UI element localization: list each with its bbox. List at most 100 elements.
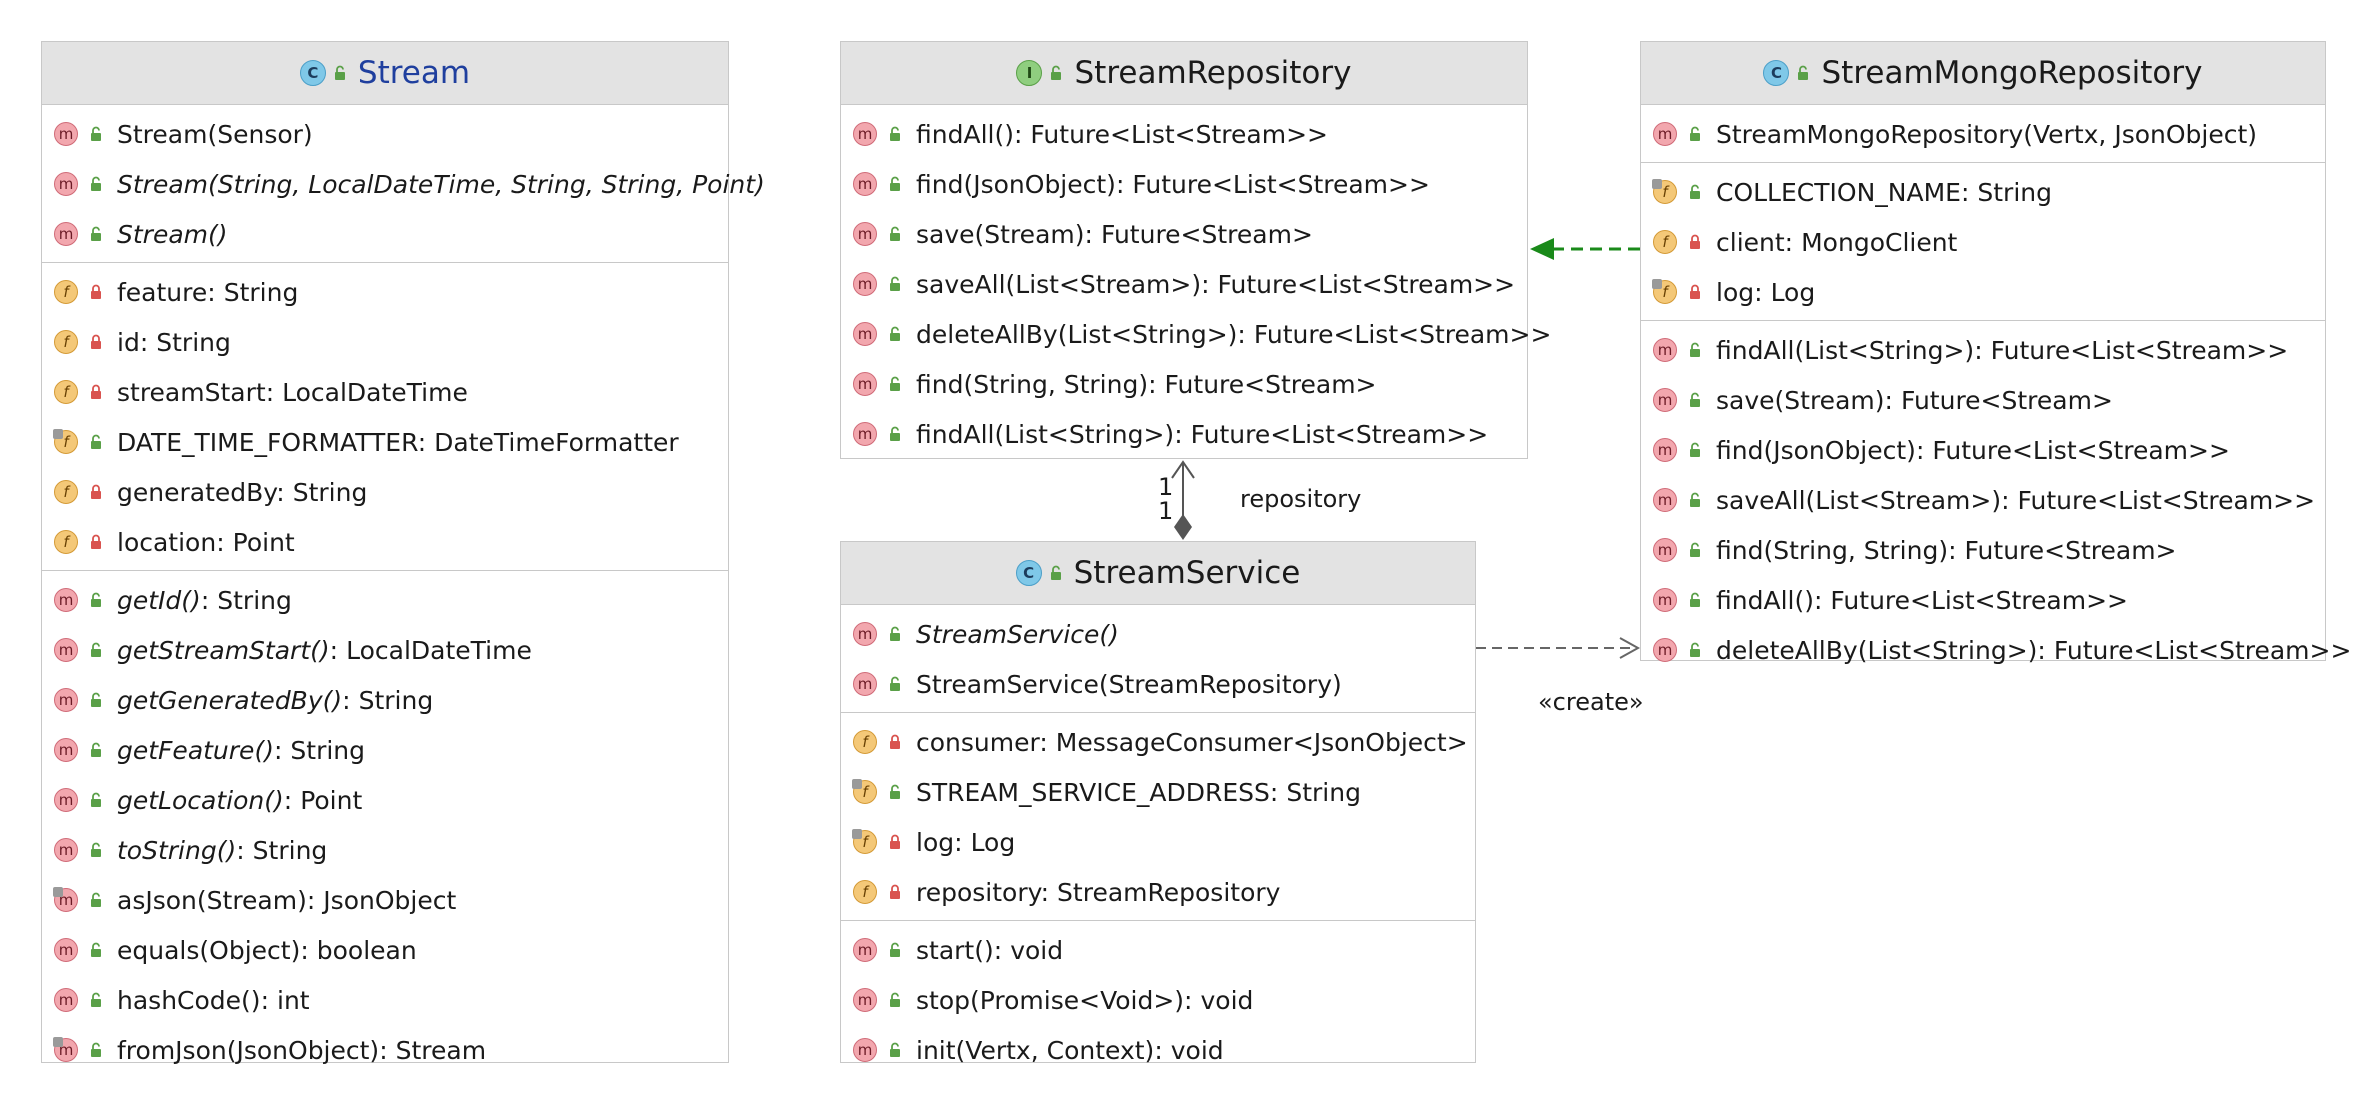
method-row[interactable]: m save(Stream): Future<Stream>: [1641, 375, 2325, 425]
field-row[interactable]: f location: Point: [42, 517, 728, 567]
class-stream-service[interactable]: C StreamService m StreamService() m StreamSer…: [840, 541, 1476, 1065]
method-row[interactable]: m find(JsonObject): Future<List<Stream>>: [1641, 425, 2325, 475]
field-row[interactable]: f DATE_TIME_FORMATTER: DateTimeFormatter: [42, 417, 728, 467]
public-visibility-icon: [889, 1042, 901, 1058]
method-row[interactable]: m save(Stream): Future<Stream>: [841, 209, 1527, 259]
method-signature: deleteAllBy(List<String>): Future<List<St…: [1716, 636, 2351, 665]
method-signature: getGeneratedBy(): String: [117, 686, 433, 715]
method-signature: StreamService(StreamRepository): [916, 670, 1342, 699]
public-visibility-icon: [90, 892, 102, 908]
field-row[interactable]: f client: MongoClient: [1641, 217, 2325, 267]
method-signature: find(String, String): Future<Stream>: [1716, 536, 2177, 565]
field-row[interactable]: f log: Log: [1641, 267, 2325, 317]
method-row[interactable]: m getStreamStart(): LocalDateTime: [42, 625, 728, 675]
colon: :: [2001, 485, 2010, 515]
method-row[interactable]: m asJson(Stream): JsonObject: [42, 875, 728, 925]
method-row[interactable]: m getGeneratedBy(): String: [42, 675, 728, 725]
method-row[interactable]: m getLocation(): Point: [42, 775, 728, 825]
method-row[interactable]: m getId(): String: [42, 575, 728, 625]
method-row[interactable]: m hashCode(): int: [42, 975, 728, 1025]
method-row[interactable]: m toString(): String: [42, 825, 728, 875]
method-row[interactable]: m init(Vertx, Context): void: [841, 1025, 1475, 1075]
field-row[interactable]: f STREAM_SERVICE_ADDRESS: String: [841, 767, 1475, 817]
field-row[interactable]: f generatedBy: String: [42, 467, 728, 517]
method-icon: m: [54, 638, 78, 662]
method-row[interactable]: m stop(Promise<Void>): void: [841, 975, 1475, 1025]
field-name: log: [916, 827, 955, 857]
method-signature: init(Vertx, Context): void: [916, 1036, 1224, 1065]
method-row[interactable]: m StreamMongoRepository(Vertx, JsonObject…: [1641, 109, 2325, 159]
method-row[interactable]: m findAll(List<String>): Future<List<Strea…: [841, 409, 1527, 459]
method-row[interactable]: m Stream(): [42, 209, 728, 259]
interface-stream-repository[interactable]: I StreamRepository m findAll(): Future<List<…: [840, 41, 1551, 459]
return-type: String: [252, 835, 328, 865]
field-name: log: [1716, 277, 1755, 307]
class-stream-mongo-repository[interactable]: C StreamMongoRepository m StreamMongoReposi…: [1640, 41, 2351, 665]
method-signature: getStreamStart(): LocalDateTime: [117, 636, 532, 665]
field-icon: f: [54, 380, 78, 404]
public-visibility-icon: [90, 842, 102, 858]
method-row[interactable]: m Stream(String, LocalDateTime, String, S…: [42, 159, 765, 209]
field-row[interactable]: f log: Log: [841, 817, 1475, 867]
method-params: (): [208, 219, 228, 249]
method-icon: m: [54, 222, 78, 246]
class-header: C StreamService: [841, 542, 1475, 605]
colon: :: [216, 527, 225, 557]
method-row[interactable]: m findAll(): Future<List<Stream>>: [1641, 575, 2325, 625]
class-header: C Stream: [42, 42, 728, 105]
field-row[interactable]: f feature: String: [42, 267, 728, 317]
public-visibility-icon: [1689, 442, 1701, 458]
field-row[interactable]: f id: String: [42, 317, 728, 367]
method-row[interactable]: m deleteAllBy(List<String>): Future<List<S…: [841, 309, 1551, 359]
field-type: String: [156, 327, 231, 357]
field-row[interactable]: f COLLECTION_NAME: String: [1641, 167, 2325, 217]
public-visibility-icon: [90, 1042, 102, 1058]
public-visibility-icon: [1689, 342, 1701, 358]
public-visibility-icon: [1050, 565, 1062, 581]
composition-label: repository: [1240, 485, 1362, 513]
method-row[interactable]: m findAll(List<String>): Future<List<Strea…: [1641, 325, 2325, 375]
method-params: (Sensor): [207, 119, 313, 149]
fields-section: f consumer: MessageConsumer<JsonObject> f ST…: [841, 713, 1475, 921]
colon: :: [300, 935, 309, 965]
field-type: MongoClient: [1801, 227, 1958, 257]
method-row[interactable]: m find(String, String): Future<Stream>: [1641, 525, 2325, 575]
method-row[interactable]: m saveAll(List<Stream>): Future<List<Strea…: [1641, 475, 2325, 525]
method-row[interactable]: m Stream(Sensor): [42, 109, 728, 159]
field-type: String: [1977, 177, 2052, 207]
method-params: (): [254, 735, 274, 765]
public-visibility-icon: [90, 742, 102, 758]
method-row[interactable]: m findAll(): Future<List<Stream>>: [841, 109, 1527, 159]
method-row[interactable]: m deleteAllBy(List<String>): Future<List<S…: [1641, 625, 2351, 675]
class-stream[interactable]: C Stream m Stream(Sensor) m Stream(String, Lo…: [41, 41, 765, 1065]
method-row[interactable]: m start(): void: [841, 925, 1475, 975]
method-signature: equals(Object): boolean: [117, 936, 417, 965]
public-visibility-icon: [1797, 65, 1809, 81]
method-icon: m: [1653, 122, 1677, 146]
method-row[interactable]: m saveAll(List<Stream>): Future<List<Strea…: [841, 259, 1527, 309]
colon: :: [1084, 219, 1093, 249]
colon: :: [283, 785, 293, 815]
method-icon: m: [853, 322, 877, 346]
colon: :: [993, 935, 1003, 965]
field-row[interactable]: f streamStart: LocalDateTime: [42, 367, 728, 417]
method-row[interactable]: m getFeature(): String: [42, 725, 728, 775]
public-visibility-icon: [1050, 65, 1062, 81]
method-row[interactable]: m StreamService(): [841, 609, 1475, 659]
colon: :: [1013, 119, 1023, 149]
method-icon: m: [1653, 538, 1677, 562]
method-row[interactable]: m StreamService(StreamRepository): [841, 659, 1475, 709]
method-name: StreamMongoRepository: [1716, 119, 2024, 149]
method-name: Stream: [117, 219, 209, 249]
return-type: Stream: [395, 1035, 487, 1065]
static-method-icon: m: [53, 1037, 78, 1062]
method-row[interactable]: m fromJson(JsonObject): Stream: [42, 1025, 728, 1075]
method-icon: m: [853, 122, 877, 146]
field-type: StreamRepository: [1057, 877, 1281, 907]
method-params: (List<String>): [994, 419, 1175, 449]
method-row[interactable]: m equals(Object): boolean: [42, 925, 728, 975]
method-row[interactable]: m find(String, String): Future<Stream>: [841, 359, 1527, 409]
method-row[interactable]: m find(JsonObject): Future<List<Stream>>: [841, 159, 1527, 209]
field-row[interactable]: f repository: StreamRepository: [841, 867, 1475, 917]
field-row[interactable]: f consumer: MessageConsumer<JsonObject>: [841, 717, 1475, 767]
